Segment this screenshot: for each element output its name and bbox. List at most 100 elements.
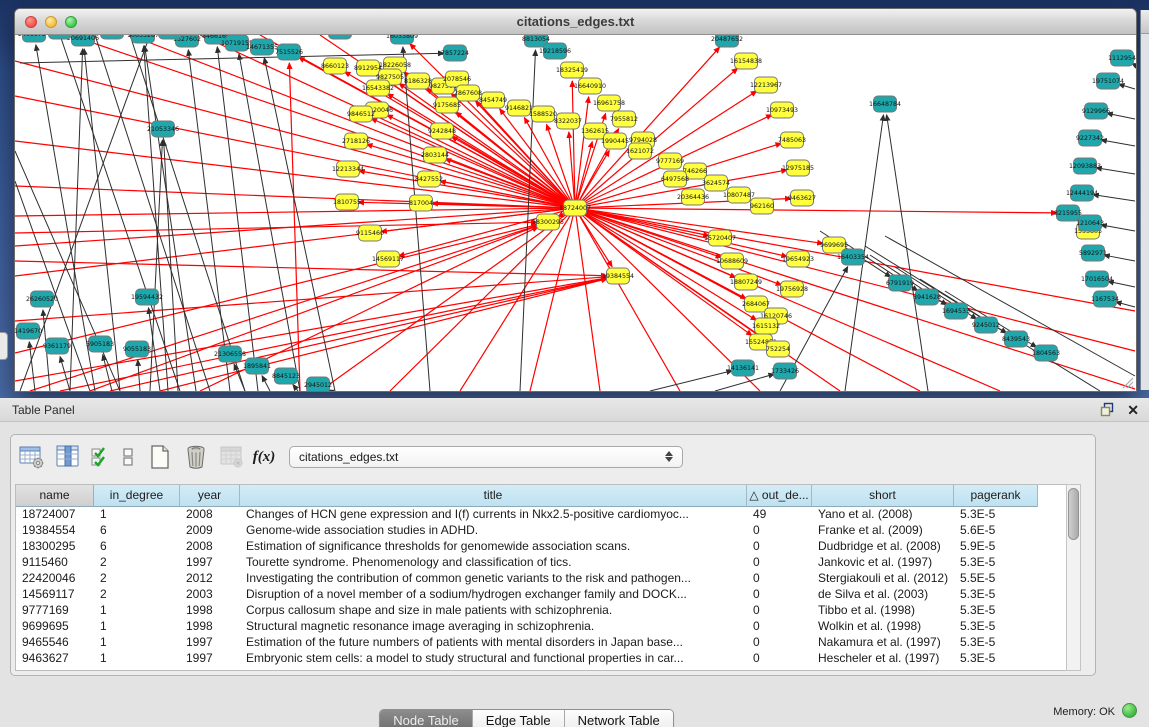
table-cell-pagerank[interactable]: 5.3E-5 (954, 635, 1038, 651)
graph-node[interactable]: 8941628 (913, 289, 941, 305)
graph-node[interactable]: 10688609 (716, 253, 748, 269)
table-cell-title[interactable]: Tourette syndrome. Phenomenology and cla… (240, 555, 747, 571)
graph-node[interactable]: 8845123 (272, 368, 300, 384)
window-title-bar[interactable]: citations_edges.txt (15, 9, 1136, 35)
table-cell-year[interactable]: 1998 (180, 603, 240, 619)
graph-node[interactable]: 5905183 (86, 336, 114, 352)
graph-node[interactable]: 9055183 (123, 341, 151, 357)
table-cell-title[interactable]: Changes of HCN gene expression and I(f) … (240, 507, 747, 523)
table-cell-year[interactable]: 2009 (180, 523, 240, 539)
show-columns-icon[interactable] (53, 442, 83, 472)
table-cell-in_degree[interactable]: 1 (94, 635, 180, 651)
graph-node[interactable]: 2945012 (304, 377, 332, 391)
graph-node[interactable]: 7515526 (275, 44, 303, 60)
table-cell-in_degree[interactable]: 1 (94, 619, 180, 635)
table-cell-name[interactable]: 22420046 (16, 571, 94, 587)
graph-node[interactable]: 7857224 (441, 45, 469, 61)
graph-node[interactable]: 1660529 (156, 35, 184, 39)
table-cell-short[interactable]: Dudbridge et al. (2008) (812, 539, 954, 555)
graph-node[interactable]: 1694533 (942, 303, 970, 319)
graph-node[interactable]: 9846512 (347, 106, 375, 122)
graph-node[interactable]: 7955812 (610, 111, 638, 127)
table-cell-short[interactable]: Jankovic et al. (1997) (812, 555, 954, 571)
graph-node[interactable]: 8186328 (404, 73, 432, 89)
graph-node[interactable]: 9242848 (428, 123, 456, 139)
table-cell-short[interactable]: Wolkin et al. (1998) (812, 619, 954, 635)
graph-node[interactable]: 1810755 (333, 194, 361, 210)
graph-node[interactable]: 817004 (409, 195, 433, 211)
table-cell-title[interactable]: Embryonic stem cells: a model to study s… (240, 651, 747, 667)
graph-node[interactable]: 9115460 (356, 225, 384, 241)
table-row[interactable]: 969969511998Structural magnetic resonanc… (16, 619, 1078, 635)
table-cell-short[interactable]: Nakamura et al. (1997) (812, 635, 954, 651)
graph-node[interactable]: 20691406 (67, 35, 99, 46)
graph-node[interactable]: 7485063 (778, 132, 806, 148)
table-cell-name[interactable]: 9465546 (16, 635, 94, 651)
table-row[interactable]: 1872400712008Changes of HCN gene express… (16, 507, 1078, 523)
table-cell-title[interactable]: Investigating the contribution of common… (240, 571, 747, 587)
graph-node[interactable]: 19654923 (782, 251, 814, 267)
graph-node[interactable]: 962160 (750, 198, 774, 214)
float-panel-icon[interactable] (1100, 402, 1115, 417)
graph-node[interactable]: 2803144 (421, 147, 449, 163)
table-cell-out_degree[interactable]: 0 (747, 523, 812, 539)
table-cell-name[interactable]: 19384554 (16, 523, 94, 539)
table-cell-year[interactable]: 1997 (180, 555, 240, 571)
table-cell-title[interactable]: Structural magnetic resonance image aver… (240, 619, 747, 635)
column-header-title[interactable]: title (240, 485, 747, 507)
table-cell-out_degree[interactable]: 0 (747, 635, 812, 651)
close-panel-icon[interactable]: ✕ (1127, 403, 1139, 417)
graph-node[interactable]: 12444194 (1066, 185, 1098, 201)
table-cell-short[interactable]: Yano et al. (2008) (812, 507, 954, 523)
graph-node[interactable]: 9956075 (98, 35, 126, 39)
table-cell-in_degree[interactable]: 6 (94, 539, 180, 555)
column-header-name[interactable]: name (16, 485, 94, 507)
graph-node[interactable]: 14671355 (246, 39, 278, 55)
delete-column-icon[interactable] (181, 442, 211, 472)
graph-node[interactable]: 18807249 (730, 274, 762, 290)
graph-node[interactable]: 9777169 (656, 153, 684, 169)
table-cell-name[interactable]: 18300295 (16, 539, 94, 555)
table-row[interactable]: 2242004622012Investigating the contribut… (16, 571, 1078, 587)
graph-node[interactable]: 1804563 (1032, 345, 1060, 361)
graph-node[interactable]: 16033809 (386, 35, 418, 44)
graph-node[interactable]: 9245012 (972, 317, 1000, 333)
table-cell-title[interactable]: Estimation of the future numbers of pati… (240, 635, 747, 651)
table-cell-name[interactable]: 14569117 (16, 587, 94, 603)
table-cell-out_degree[interactable]: 0 (747, 603, 812, 619)
table-cell-title[interactable]: Disruption of a novel member of a sodium… (240, 587, 747, 603)
graph-node[interactable]: 1210643 (1076, 215, 1104, 231)
table-cell-pagerank[interactable]: 5.6E-5 (954, 523, 1038, 539)
graph-node[interactable]: 1615132 (752, 318, 780, 334)
column-header-out_degree[interactable]: △ out_de... (747, 485, 812, 507)
graph-node[interactable]: 17016504 (1081, 271, 1113, 287)
table-cell-out_degree[interactable]: 0 (747, 571, 812, 587)
table-cell-pagerank[interactable]: 5.9E-5 (954, 539, 1038, 555)
scrollbar-thumb[interactable] (1068, 488, 1079, 540)
create-column-icon[interactable] (145, 442, 175, 472)
table-cell-pagerank[interactable]: 5.3E-5 (954, 555, 1038, 571)
graph-node[interactable]: 9463627 (788, 190, 816, 206)
table-cell-short[interactable]: de Silva et al. (2003) (812, 587, 954, 603)
graph-node[interactable]: 9227342 (1076, 130, 1104, 146)
graph-node[interactable]: 19218596 (539, 43, 571, 59)
graph-node[interactable]: 1683651 (46, 35, 74, 39)
graph-node[interactable]: 9175685 (433, 97, 461, 113)
graph-node[interactable]: 1112954 (1108, 50, 1136, 66)
graph-node[interactable]: 10973493 (766, 102, 798, 118)
table-cell-out_degree[interactable]: 0 (747, 587, 812, 603)
graph-node[interactable]: 5892971 (1079, 245, 1107, 261)
table-cell-in_degree[interactable]: 1 (94, 651, 180, 667)
graph-node[interactable]: 1895841 (243, 358, 271, 374)
table-cell-year[interactable]: 1998 (180, 619, 240, 635)
graph-node[interactable]: 1621072 (626, 143, 654, 159)
graph-node[interactable]: 10807487 (723, 187, 755, 203)
select-columns-icon[interactable] (89, 442, 111, 472)
graph-node[interactable]: 18300295 (532, 214, 564, 230)
graph-node[interactable]: 2867608 (454, 85, 482, 101)
table-cell-name[interactable]: 9699695 (16, 619, 94, 635)
table-row[interactable]: 977716911998Corpus callosum shape and si… (16, 603, 1078, 619)
graph-node[interactable]: 1167534 (1091, 291, 1119, 307)
resize-grip-icon[interactable] (1120, 375, 1134, 389)
table-cell-short[interactable]: Stergiakouli et al. (2012) (812, 571, 954, 587)
